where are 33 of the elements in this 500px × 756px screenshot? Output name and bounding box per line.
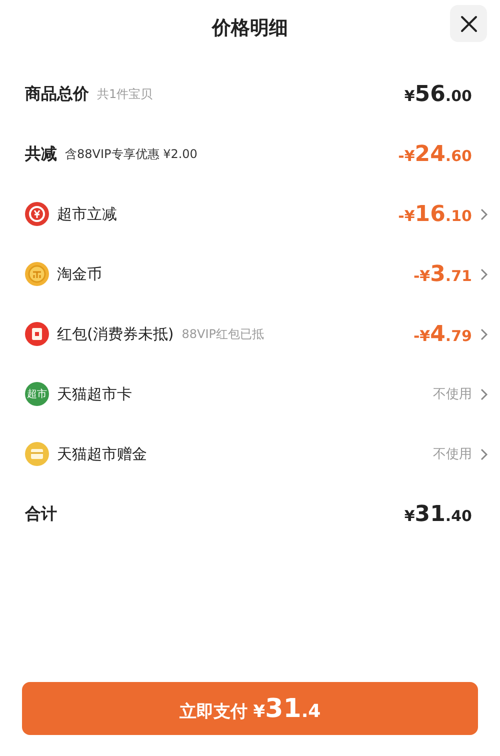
chevron-right-icon[interactable] — [480, 268, 488, 280]
row-label: 超市立减 — [57, 204, 117, 224]
row-note: 含88VIP专享优惠 ¥2.00 — [65, 146, 198, 162]
amount: -¥3.71 — [413, 262, 472, 286]
row-label: 天猫超市赠金 — [57, 444, 147, 464]
card-icon — [25, 442, 49, 466]
amount: -¥16.10 — [398, 202, 472, 226]
row-note: 共1件宝贝 — [97, 86, 153, 102]
row-label: 淘金币 — [57, 264, 102, 284]
status-text: 不使用 — [433, 386, 472, 403]
row-label: 天猫超市卡 — [57, 384, 132, 404]
amount: -¥4.79 — [413, 322, 472, 346]
yen-coin-icon — [25, 202, 49, 226]
row-label: 共减 — [25, 144, 57, 164]
row-label: 合计 — [25, 504, 57, 524]
market-badge-icon: 超市 — [25, 382, 49, 406]
coin-icon — [25, 262, 49, 286]
amount: -¥24.60 — [398, 142, 472, 166]
close-icon — [460, 14, 478, 32]
chevron-right-icon[interactable] — [480, 328, 488, 340]
envelope-icon — [25, 322, 49, 346]
row-label: 商品总价 — [25, 84, 89, 104]
amount: ¥31.40 — [404, 502, 472, 526]
close-button[interactable] — [450, 5, 487, 42]
chevron-right-icon[interactable] — [480, 208, 488, 220]
sheet-title: 价格明细 — [212, 16, 288, 41]
row-label: 红包(消费券未抵) — [57, 324, 174, 344]
chevron-right-icon[interactable] — [480, 448, 488, 460]
chevron-right-icon[interactable] — [480, 388, 488, 400]
status-text: 不使用 — [433, 446, 472, 463]
pay-button[interactable]: 立即支付 ¥31.4 — [22, 682, 478, 735]
amount: ¥56.00 — [404, 82, 472, 106]
row-note: 88VIP红包已抵 — [182, 326, 264, 342]
